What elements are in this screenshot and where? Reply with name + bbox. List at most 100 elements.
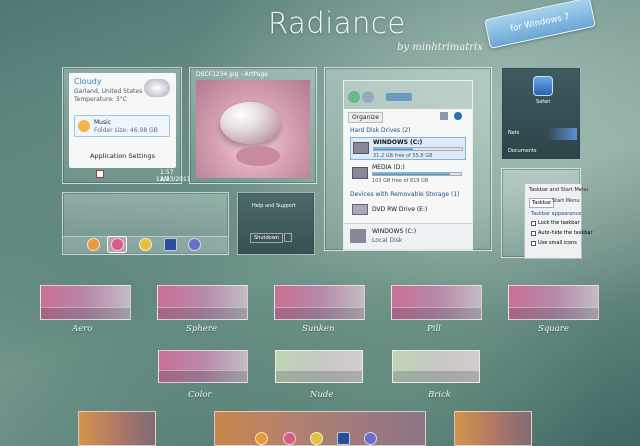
drive-c-name: WINDOWS (C:) bbox=[373, 139, 423, 146]
tray-icon[interactable] bbox=[96, 170, 104, 178]
tab-start-menu[interactable]: Start Menu bbox=[552, 198, 580, 204]
shutdown-button[interactable]: Shutdown bbox=[250, 233, 283, 243]
drive-c-free: 31.2 GB free of 55.8 GB bbox=[373, 153, 433, 159]
help-preview: Help and Support Shutdown bbox=[237, 192, 315, 255]
dialog-title: Taskbar and Start Menu bbox=[529, 187, 589, 193]
notification-toast[interactable]: Music Folder size: 46.98 GB bbox=[74, 115, 170, 137]
photo-caption: DSCF1234.jpg - ArtPage bbox=[196, 71, 268, 78]
drive-d[interactable]: MEDIA (D:) 103 GB free of 819 GB bbox=[350, 163, 466, 186]
view-icon[interactable] bbox=[440, 112, 448, 120]
start-menu-item[interactable]: Documents bbox=[508, 148, 537, 154]
photoshop-icon[interactable] bbox=[164, 238, 177, 251]
drive-d-usage-fill bbox=[373, 173, 450, 175]
hdd-section-header: Hard Disk Drives (2) bbox=[350, 127, 411, 134]
style-color-thumb[interactable] bbox=[158, 350, 248, 383]
notification-subtitle: Folder size: 46.98 GB bbox=[94, 127, 158, 134]
hard-drive-icon bbox=[350, 229, 366, 243]
style-pill-label: Pill bbox=[427, 324, 441, 334]
style-aero-thumb[interactable] bbox=[40, 285, 131, 320]
dvd-drive[interactable]: DVD RW Drive (E:) bbox=[350, 202, 466, 218]
app-icon[interactable] bbox=[255, 432, 268, 445]
style-square-thumb[interactable] bbox=[508, 285, 599, 320]
style-brick-thumb[interactable] bbox=[392, 350, 480, 383]
taskbar-strip bbox=[509, 307, 598, 319]
page-title: Radiance bbox=[268, 6, 406, 40]
photo-viewer-preview: DSCF1234.jpg - ArtPage bbox=[189, 67, 317, 184]
app-icon[interactable] bbox=[364, 432, 377, 445]
hard-drive-icon bbox=[352, 167, 368, 179]
bottom-preview-center[interactable] bbox=[214, 411, 426, 446]
app-icon[interactable] bbox=[283, 432, 296, 445]
help-label[interactable]: Help and Support bbox=[252, 203, 296, 209]
media-player-icon[interactable] bbox=[139, 238, 152, 251]
lock-taskbar-label: Lock the taskbar bbox=[538, 220, 580, 226]
forward-icon[interactable] bbox=[362, 91, 374, 103]
bottom-preview-right[interactable] bbox=[454, 411, 532, 446]
app-icon[interactable] bbox=[87, 238, 100, 251]
hard-drive-icon bbox=[353, 142, 369, 154]
style-sphere-thumb[interactable] bbox=[157, 285, 248, 320]
shutdown-arrow-icon[interactable] bbox=[284, 233, 292, 242]
taskbar-dialog-preview: Taskbar and Start Menu Taskbar Start Men… bbox=[501, 168, 593, 259]
auto-hide-label: Auto-hide the taskbar bbox=[538, 230, 593, 236]
author-byline: by minhtrimatrix bbox=[397, 42, 483, 53]
details-pane: WINDOWS (C:) Local Disk bbox=[344, 223, 472, 249]
drive-d-name: MEDIA (D:) bbox=[372, 164, 405, 171]
address-bar[interactable] bbox=[386, 93, 412, 101]
style-square-label: Square bbox=[538, 324, 569, 334]
style-color-label: Color bbox=[188, 390, 212, 400]
windows-badge: for Windows 7 bbox=[484, 0, 596, 49]
drive-c-usage-bar bbox=[373, 147, 463, 151]
style-sunken-label: Sunken bbox=[302, 324, 335, 334]
taskbar-dialog: Taskbar and Start Menu Taskbar Start Men… bbox=[524, 183, 593, 259]
taskbar-strip bbox=[275, 307, 364, 319]
style-sunken-thumb[interactable] bbox=[274, 285, 365, 320]
application-settings-link[interactable]: Application Settings bbox=[69, 152, 176, 160]
taskbar-strip bbox=[159, 370, 247, 382]
dvd-drive-name: DVD RW Drive (E:) bbox=[372, 206, 428, 213]
taskbar-preview bbox=[62, 192, 229, 255]
auto-hide-checkbox[interactable] bbox=[531, 231, 536, 236]
cloud-icon bbox=[144, 79, 170, 97]
small-icons-checkbox[interactable] bbox=[531, 241, 536, 246]
tab-taskbar[interactable]: Taskbar bbox=[529, 198, 555, 208]
taskbar-strip bbox=[41, 307, 130, 319]
taskbar-strip bbox=[393, 370, 479, 382]
safari-label: Safari bbox=[536, 99, 551, 105]
start-menu-highlight bbox=[547, 128, 577, 140]
start-menu-item[interactable]: Nets bbox=[508, 130, 519, 136]
app-icon[interactable] bbox=[188, 238, 201, 251]
group-label: Taskbar appearance bbox=[531, 211, 582, 217]
style-brick-label: Brick bbox=[428, 390, 451, 400]
style-nude-label: Nude bbox=[310, 390, 334, 400]
details-type: Local Disk bbox=[372, 237, 403, 244]
water-drop-image bbox=[220, 102, 280, 144]
notification-title: Music bbox=[94, 119, 112, 126]
weather-temp: Temperature: 3°C bbox=[74, 96, 127, 103]
help-icon[interactable] bbox=[454, 112, 462, 120]
style-nude-thumb[interactable] bbox=[275, 350, 363, 383]
drive-c[interactable]: WINDOWS (C:) 31.2 GB free of 55.8 GB bbox=[350, 137, 466, 160]
taskbar-strip bbox=[392, 307, 481, 319]
weather-city: Cloudy bbox=[74, 77, 102, 86]
safari-icon[interactable] bbox=[533, 76, 553, 96]
media-player-icon[interactable] bbox=[310, 432, 323, 445]
weather-location: Garland, United States bbox=[74, 88, 143, 95]
explorer-preview: Organize Hard Disk Drives (2) WINDOWS (C… bbox=[324, 67, 492, 251]
style-sphere-label: Sphere bbox=[186, 324, 217, 334]
explorer-window: Organize Hard Disk Drives (2) WINDOWS (C… bbox=[343, 80, 473, 250]
removable-section-header: Devices with Removable Storage (1) bbox=[350, 191, 460, 198]
petal-image bbox=[236, 146, 280, 166]
style-pill-thumb[interactable] bbox=[391, 285, 482, 320]
start-menu-preview: Safari Nets Documents bbox=[501, 67, 581, 160]
dvd-drive-icon bbox=[352, 204, 368, 215]
bottom-preview-left[interactable] bbox=[78, 411, 156, 446]
weather-preview: Cloudy Garland, United States Temperatur… bbox=[62, 67, 191, 184]
water-drop-photo bbox=[196, 80, 310, 178]
lock-taskbar-checkbox[interactable] bbox=[531, 221, 536, 226]
back-icon[interactable] bbox=[348, 91, 360, 103]
app-icon[interactable] bbox=[111, 238, 124, 251]
photoshop-icon[interactable] bbox=[337, 432, 350, 445]
style-aero-label: Aero bbox=[72, 324, 93, 334]
organize-button[interactable]: Organize bbox=[348, 112, 383, 123]
